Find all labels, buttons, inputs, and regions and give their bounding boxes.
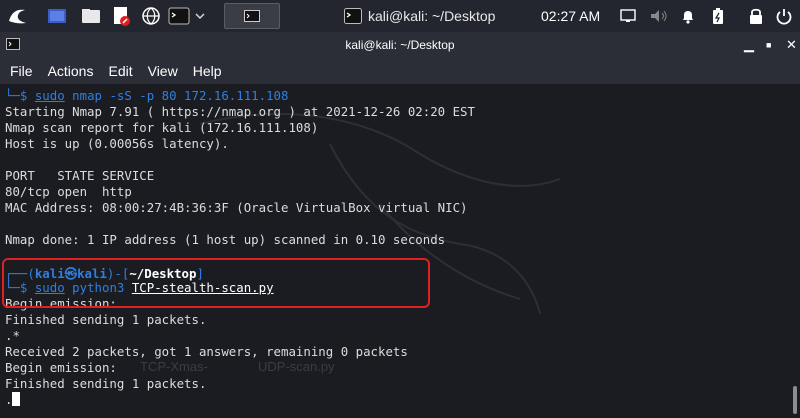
dropdown-icon[interactable] <box>194 5 206 27</box>
notification-icon[interactable] <box>677 5 699 27</box>
terminal-line: Host is up (0.00056s latency). <box>5 136 229 151</box>
terminal-line: Received 2 packets, got 1 answers, remai… <box>5 344 408 359</box>
menu-actions[interactable]: Actions <box>48 63 94 79</box>
terminal-line: PORT STATE SERVICE <box>5 168 155 183</box>
clock[interactable]: 02:27 AM <box>541 0 600 32</box>
menu-file[interactable]: File <box>10 63 33 79</box>
terminal-line: Nmap scan report for kali (172.16.111.10… <box>5 120 319 135</box>
menu-edit[interactable]: Edit <box>108 63 132 79</box>
window-titlebar[interactable]: kali@kali: ~/Desktop ▁ ■ ✕ <box>0 32 800 58</box>
maximize-icon[interactable]: ■ <box>766 32 771 58</box>
text-editor-icon[interactable] <box>110 5 132 27</box>
taskbar: kali@kali: ~/Desktop 02:27 AM <box>0 0 800 32</box>
watermark-text-2: UDP-scan.py <box>258 359 335 374</box>
terminal-line: Starting Nmap 7.91 ( https://nmap.org ) … <box>5 104 475 119</box>
workspace-icon[interactable] <box>46 5 68 27</box>
menu-help[interactable]: Help <box>193 63 222 79</box>
terminal-task-icon <box>344 8 362 24</box>
terminal-line: 80/tcp open http <box>5 184 132 199</box>
window-title: kali@kali: ~/Desktop <box>345 38 455 52</box>
menubar: File Actions Edit View Help <box>0 58 800 84</box>
terminal-icon[interactable] <box>168 5 190 27</box>
battery-icon[interactable] <box>707 5 729 27</box>
terminal-line: └─$ sudo nmap -sS -p 80 172.16.111.108 <box>5 88 289 103</box>
terminal-line: MAC Address: 08:00:27:4B:36:3F (Oracle V… <box>5 200 468 215</box>
terminal-line: Begin emission: <box>5 360 117 375</box>
window-terminal-icon <box>6 38 20 50</box>
monitor-icon[interactable] <box>617 5 639 27</box>
show-desktop-button[interactable] <box>224 3 280 29</box>
terminal-line: Nmap done: 1 IP address (1 host up) scan… <box>5 232 446 247</box>
text-cursor <box>12 392 21 406</box>
minimize-icon[interactable]: ▁ <box>744 32 754 58</box>
close-icon[interactable]: ✕ <box>786 32 797 58</box>
kali-menu-icon[interactable] <box>6 5 28 27</box>
terminal-line: Finished sending 1 packets. <box>5 312 207 327</box>
highlight-box <box>2 258 430 308</box>
active-task-title: kali@kali: ~/Desktop <box>368 8 496 24</box>
terminal-output[interactable]: TCP-Xmas- UDP-scan.py └─$ sudo nmap -sS … <box>0 84 800 418</box>
scrollbar[interactable] <box>793 386 797 414</box>
file-manager-icon[interactable] <box>80 5 102 27</box>
terminal-line: Finished sending 1 packets. <box>5 376 207 391</box>
menu-view[interactable]: View <box>148 63 178 79</box>
watermark-text-1: TCP-Xmas- <box>140 359 208 374</box>
power-icon[interactable] <box>773 5 795 27</box>
browser-icon[interactable] <box>140 5 162 27</box>
volume-icon[interactable] <box>648 5 670 27</box>
active-task-button[interactable]: kali@kali: ~/Desktop <box>344 0 530 32</box>
terminal-line: .* <box>5 328 20 343</box>
lock-icon[interactable] <box>745 5 767 27</box>
terminal-input-line[interactable]: . <box>5 392 21 407</box>
